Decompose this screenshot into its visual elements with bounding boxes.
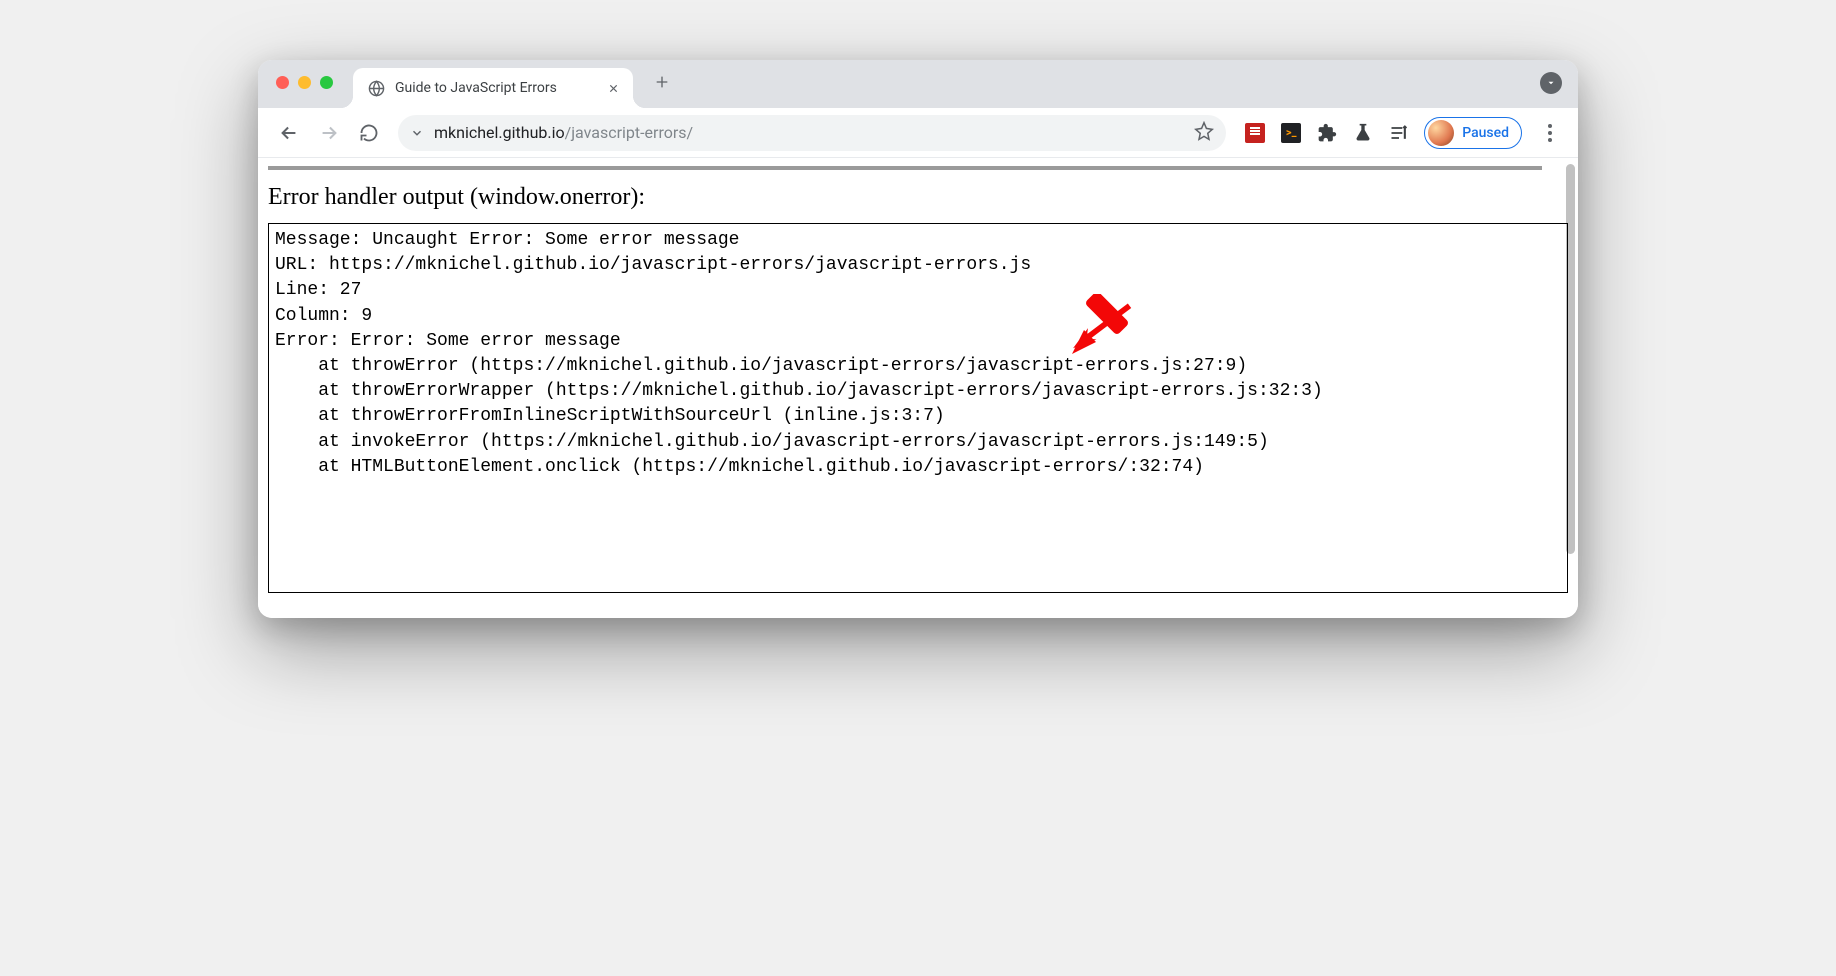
omnibox[interactable]: mknichel.github.io/javascript-errors/ xyxy=(398,115,1226,151)
maximize-window-button[interactable] xyxy=(320,76,333,89)
new-tab-button[interactable] xyxy=(647,67,677,97)
page-viewport: Error handler output (window.onerror): M… xyxy=(258,158,1578,618)
bookmark-star-button[interactable] xyxy=(1194,121,1214,145)
profile-status: Paused xyxy=(1462,125,1509,141)
tab-strip: Guide to JavaScript Errors xyxy=(258,60,1578,108)
error-output-box: Message: Uncaught Error: Some error mess… xyxy=(268,223,1568,593)
extension-icon-2[interactable]: >_ xyxy=(1280,122,1302,144)
extension-toolbar: >_ Paused xyxy=(1244,117,1564,149)
browser-window: Guide to JavaScript Errors mknichel.gith… xyxy=(258,60,1578,618)
profile-chip[interactable]: Paused xyxy=(1424,117,1522,149)
avatar xyxy=(1428,120,1454,146)
section-heading: Error handler output (window.onerror): xyxy=(268,184,1568,211)
globe-icon xyxy=(367,79,385,97)
extensions-puzzle-icon[interactable] xyxy=(1316,122,1338,144)
window-controls xyxy=(276,76,333,89)
chrome-menu-button[interactable] xyxy=(1536,124,1564,142)
back-button[interactable] xyxy=(272,116,306,150)
horizontal-rule xyxy=(268,166,1542,170)
url-text: mknichel.github.io/javascript-errors/ xyxy=(434,123,1184,142)
chrome-collapse-icon[interactable] xyxy=(1540,72,1562,94)
chevron-down-icon xyxy=(410,126,424,140)
url-host: mknichel.github.io xyxy=(434,123,565,142)
close-window-button[interactable] xyxy=(276,76,289,89)
minimize-window-button[interactable] xyxy=(298,76,311,89)
labs-flask-icon[interactable] xyxy=(1352,122,1374,144)
reading-list-icon[interactable] xyxy=(1388,122,1410,144)
browser-tab[interactable]: Guide to JavaScript Errors xyxy=(353,68,633,108)
address-bar: mknichel.github.io/javascript-errors/ >_… xyxy=(258,108,1578,158)
forward-button[interactable] xyxy=(312,116,346,150)
close-tab-button[interactable] xyxy=(605,80,621,96)
extension-icon-1[interactable] xyxy=(1244,122,1266,144)
tab-title: Guide to JavaScript Errors xyxy=(395,80,595,96)
reload-button[interactable] xyxy=(352,116,386,150)
url-path: /javascript-errors/ xyxy=(565,123,694,142)
